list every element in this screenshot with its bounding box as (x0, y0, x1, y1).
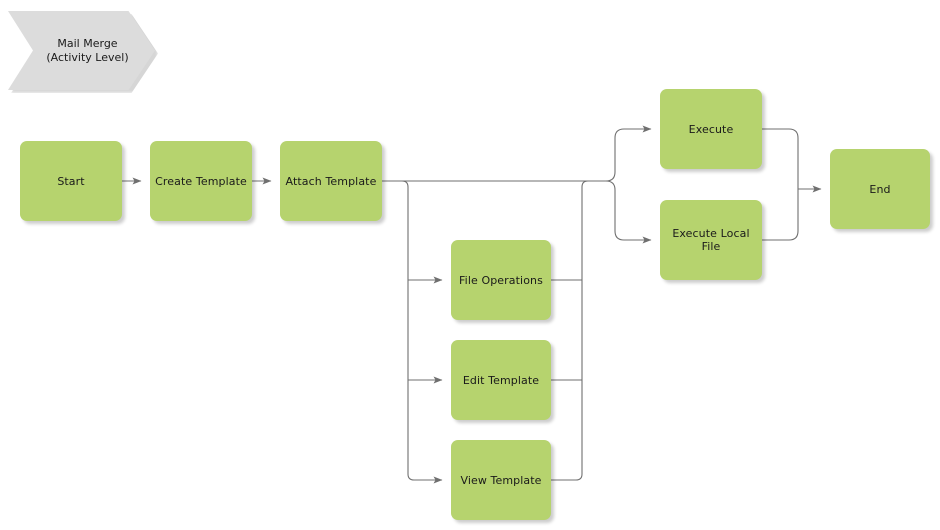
node-create-template[interactable]: Create Template (150, 141, 252, 221)
edge-split-execute (605, 125, 652, 182)
node-file-operations[interactable]: File Operations (451, 240, 551, 320)
node-end[interactable]: End (830, 149, 930, 229)
edge-collector-spine (551, 180, 589, 481)
node-execute-local-file[interactable]: Execute Local File (660, 200, 762, 280)
edge-split-execute-local (605, 180, 652, 244)
node-edit-template[interactable]: Edit Template (451, 340, 551, 420)
node-start-label: Start (57, 174, 85, 188)
edge-execute-local-end (762, 189, 799, 241)
flowchart-canvas: Mail Merge (Activity Level) Start Create… (0, 0, 940, 530)
node-attach-template-label: Attach Template (285, 174, 377, 188)
edge-spine-distributor (401, 180, 415, 481)
node-start[interactable]: Start (20, 141, 122, 221)
diagram-title-banner: Mail Merge (Activity Level) (8, 11, 158, 93)
diagram-title-text: Mail Merge (Activity Level) (46, 36, 129, 64)
node-attach-template[interactable]: Attach Template (280, 141, 382, 221)
edge-execute-end (762, 128, 822, 193)
node-execute-local-file-label: Execute Local File (672, 227, 750, 253)
node-edit-template-label: Edit Template (462, 373, 540, 387)
node-execute-label: Execute (688, 122, 734, 136)
node-end-label: End (869, 182, 891, 196)
node-file-operations-label: File Operations (459, 273, 543, 287)
node-view-template[interactable]: View Template (451, 440, 551, 520)
node-view-template-label: View Template (460, 473, 542, 487)
node-execute[interactable]: Execute (660, 89, 762, 169)
node-create-template-label: Create Template (155, 174, 247, 188)
